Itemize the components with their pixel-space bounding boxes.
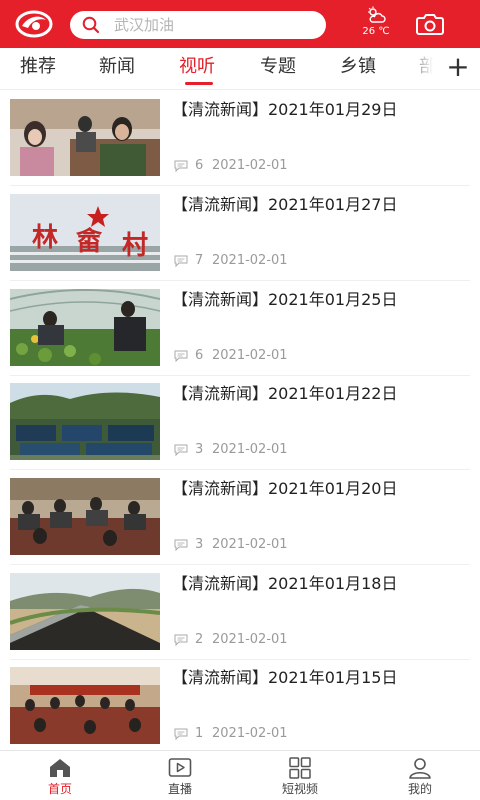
news-title: 【清流新闻】2021年01月27日 [172,195,398,214]
news-thumbnail [10,667,160,744]
publish-date: 2021-02-01 [212,537,288,552]
news-title: 【清流新闻】2021年01月20日 [172,479,398,498]
news-thumbnail [10,99,160,176]
news-title: 【清流新闻】2021年01月25日 [172,290,398,309]
svg-text:林: 林 [32,223,58,253]
news-item[interactable]: 【清流新闻】2021年01月22日 3 2021-02-01 [0,375,480,470]
news-title: 【清流新闻】2021年01月18日 [172,574,398,593]
plus-icon[interactable]: + [446,51,470,85]
tab-overflow-fade [400,48,442,89]
publish-date: 2021-02-01 [212,726,288,741]
app-logo[interactable] [14,8,54,40]
news-thumbnail [10,383,160,460]
weather-widget[interactable]: 26 ℃ [356,6,396,42]
comment-icon [174,539,188,551]
tab-topics[interactable]: 专题 [260,56,296,78]
news-item[interactable]: 【清流新闻】2021年01月15日 1 2021-02-01 [0,659,480,749]
active-tab-indicator [185,82,213,85]
camera-icon[interactable] [416,12,444,36]
comment-count: 6 [195,348,204,363]
live-play-icon [168,758,192,777]
bottom-nav: 首页 直播 短视频 我的 [0,750,480,800]
svg-text:村: 村 [122,231,148,261]
news-item[interactable]: 【清流新闻】2021年01月20日 3 2021-02-01 [0,470,480,565]
search-icon [82,16,100,34]
news-title: 【清流新闻】2021年01月22日 [172,384,398,403]
tab-recommend[interactable]: 推荐 [20,56,56,78]
comment-count: 3 [195,537,204,552]
comment-icon [174,728,188,740]
news-item[interactable]: 【清流新闻】2021年01月29日 6 2021-02-01 [0,91,480,186]
comment-count: 7 [195,253,204,268]
news-item[interactable]: 林 畲 村 【清流新闻】2021年01月27日 7 2021-02-01 [0,186,480,281]
home-icon [50,759,70,777]
nav-label: 短视频 [281,782,318,796]
search-placeholder: 武汉加油 [114,16,175,34]
comment-count: 6 [195,158,204,173]
comment-count: 1 [195,726,204,741]
comment-icon [174,160,188,172]
app-header: 武汉加油 26 ℃ [0,0,480,48]
nav-home[interactable]: 首页 [0,751,120,800]
news-thumbnail [10,478,160,555]
comment-icon [174,350,188,362]
grid-icon [289,757,311,779]
nav-short-video[interactable]: 短视频 [240,751,360,800]
news-title: 【清流新闻】2021年01月29日 [172,100,398,119]
tab-news[interactable]: 新闻 [99,56,135,78]
news-list: 【清流新闻】2021年01月29日 6 2021-02-01 林 畲 村 【清流… [0,91,480,749]
news-thumbnail [10,289,160,366]
comment-icon [174,255,188,267]
comment-count: 2 [195,632,204,647]
svg-text:畲: 畲 [75,226,103,257]
nav-label: 直播 [167,782,192,796]
nav-live[interactable]: 直播 [120,751,240,800]
news-thumbnail [10,573,160,650]
tab-towns[interactable]: 乡镇 [340,56,376,78]
weather-cloudy-icon [368,6,386,23]
publish-date: 2021-02-01 [212,442,288,457]
publish-date: 2021-02-01 [212,348,288,363]
user-icon [409,758,431,779]
comment-icon [174,444,188,456]
nav-label: 我的 [407,782,432,796]
search-bar[interactable]: 武汉加油 [70,11,326,39]
temperature-label: 26 ℃ [362,26,390,37]
news-item[interactable]: 【清流新闻】2021年01月18日 2 2021-02-01 [0,565,480,660]
nav-label: 首页 [47,782,72,796]
comment-count: 3 [195,442,204,457]
publish-date: 2021-02-01 [212,158,288,173]
news-thumbnail: 林 畲 村 [10,194,160,271]
publish-date: 2021-02-01 [212,253,288,268]
nav-profile[interactable]: 我的 [360,751,480,800]
tab-audio-video[interactable]: 视听 [179,56,215,78]
publish-date: 2021-02-01 [212,632,288,647]
news-item[interactable]: 【清流新闻】2021年01月25日 6 2021-02-01 [0,281,480,376]
news-title: 【清流新闻】2021年01月15日 [172,668,398,687]
comment-icon [174,634,188,646]
channel-tabs: 推荐 新闻 视听 专题 乡镇 部 + [0,48,480,90]
